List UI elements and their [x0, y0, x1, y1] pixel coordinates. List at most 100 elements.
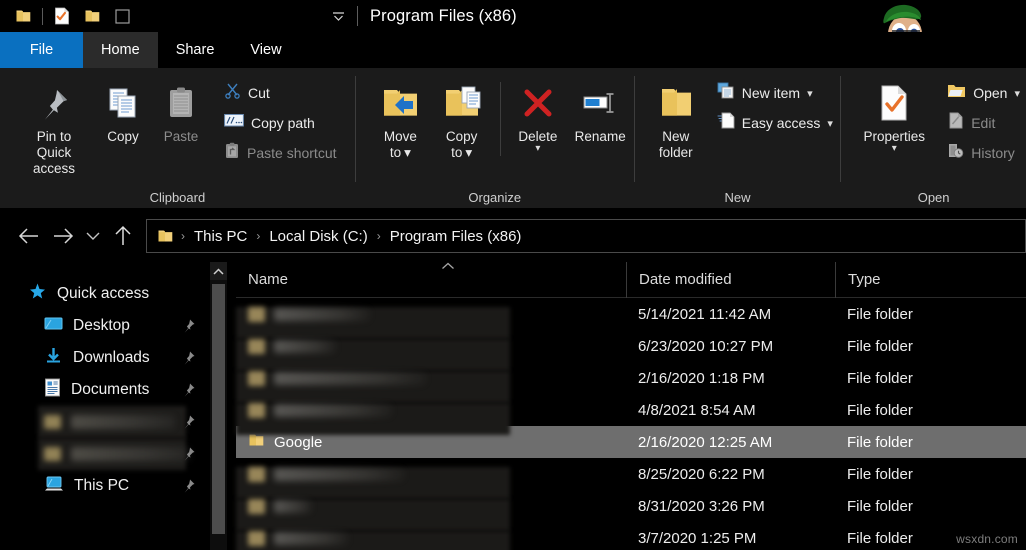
- rename-label: Rename: [575, 129, 626, 145]
- sidebar-label: Documents: [71, 381, 149, 399]
- folder-icon: [248, 403, 265, 418]
- file-type-cell: File folder: [835, 338, 1026, 355]
- paste-button[interactable]: Paste: [152, 76, 210, 145]
- copy-to-button[interactable]: Copy to▾: [431, 76, 492, 161]
- delete-button[interactable]: Delete ▾: [509, 76, 566, 153]
- sidebar-label-redacted: [71, 415, 175, 429]
- history-button[interactable]: History: [941, 140, 1026, 166]
- file-name-redacted: [274, 340, 336, 353]
- edit-icon: [947, 112, 964, 134]
- breadcrumb-this-pc[interactable]: This PC: [190, 228, 251, 245]
- new-item-button[interactable]: New item ▾: [711, 80, 839, 106]
- move-to-icon: [380, 80, 420, 126]
- tab-file[interactable]: File: [0, 32, 83, 68]
- easy-access-button[interactable]: Easy access ▾: [711, 110, 839, 136]
- column-header-type[interactable]: Type: [835, 262, 1026, 298]
- ribbon: Pin to Quick access Copy Paste: [0, 68, 1026, 208]
- navigation-scrollbar[interactable]: [210, 262, 227, 550]
- sidebar-item-quick-access[interactable]: Quick access: [0, 278, 206, 310]
- ribbon-group-clipboard-title: Clipboard: [0, 186, 355, 208]
- delete-chevron-down-icon[interactable]: ▾: [535, 145, 540, 153]
- pin-icon[interactable]: [181, 478, 196, 498]
- file-date-cell: 5/14/2021 11:42 AM: [626, 306, 835, 323]
- file-name-cell: [236, 403, 626, 418]
- breadcrumb[interactable]: › This PC › Local Disk (C:) › Program Fi…: [146, 219, 1026, 253]
- column-headers: Name Date modified Type: [236, 262, 1026, 298]
- recent-locations-button[interactable]: [80, 219, 106, 253]
- chevron-down-icon[interactable]: ▾: [827, 117, 833, 130]
- star-icon: [28, 282, 47, 306]
- file-date-cell: 6/23/2020 10:27 PM: [626, 338, 835, 355]
- ribbon-group-organize-title: Organize: [356, 186, 634, 208]
- forward-button[interactable]: [46, 219, 80, 253]
- pin-icon[interactable]: [181, 382, 196, 402]
- properties-chevron-down-icon[interactable]: ▾: [892, 145, 897, 153]
- sidebar-label: This PC: [74, 477, 129, 495]
- file-list-pane: Name Date modified Type 5/14/2021 11:42: [236, 262, 1026, 550]
- qat-new-folder-icon[interactable]: [77, 3, 107, 29]
- table-row[interactable]: 8/25/2020 6:22 PM File folder: [236, 458, 1026, 490]
- breadcrumb-local-disk[interactable]: Local Disk (C:): [265, 228, 371, 245]
- rename-button[interactable]: Rename: [567, 76, 634, 145]
- pin-icon[interactable]: [181, 318, 196, 338]
- pin-to-quick-access-button[interactable]: Pin to Quick access: [14, 76, 94, 177]
- sidebar-label: Downloads: [73, 349, 150, 367]
- open-button[interactable]: Open ▾: [941, 80, 1026, 106]
- move-to-button[interactable]: Move to▾: [370, 76, 431, 161]
- cut-icon: [224, 82, 241, 104]
- file-date-cell: 8/25/2020 6:22 PM: [626, 466, 835, 483]
- breadcrumb-program-files[interactable]: Program Files (x86): [386, 228, 526, 245]
- qat-square-icon[interactable]: [107, 3, 137, 29]
- sidebar-item-this-pc[interactable]: This PC: [0, 470, 206, 502]
- sidebar-item-redacted-1[interactable]: [0, 406, 206, 438]
- navigation-pane: Quick access Desktop Downloads: [0, 262, 206, 550]
- qat-properties-icon[interactable]: [47, 3, 77, 29]
- edit-label: Edit: [971, 115, 995, 131]
- qat-folder-icon[interactable]: [8, 3, 38, 29]
- file-date-cell: 2/16/2020 1:18 PM: [626, 370, 835, 387]
- copy-button[interactable]: Copy: [94, 76, 152, 145]
- new-folder-label: New folder: [659, 129, 693, 161]
- address-bar: › This PC › Local Disk (C:) › Program Fi…: [0, 210, 1026, 262]
- folder-icon: [248, 467, 265, 482]
- tab-share[interactable]: Share: [158, 32, 233, 68]
- qat-customize-dropdown[interactable]: [325, 3, 351, 29]
- folder-icon: [248, 339, 265, 354]
- cut-button[interactable]: Cut: [218, 80, 343, 106]
- up-button[interactable]: [106, 219, 140, 253]
- organize-inner-divider: [500, 82, 501, 156]
- sidebar-item-documents[interactable]: Documents: [0, 374, 206, 406]
- scrollbar-thumb[interactable]: [212, 284, 225, 534]
- sidebar-item-redacted-2[interactable]: [0, 438, 206, 470]
- column-header-date-modified[interactable]: Date modified: [626, 262, 835, 298]
- file-explorer-window: Program Files (x86) File Home Share View: [0, 0, 1026, 550]
- sidebar-item-downloads[interactable]: Downloads: [0, 342, 206, 374]
- chevron-down-icon[interactable]: ▾: [1014, 87, 1020, 100]
- new-small-commands: New item ▾ Easy access ▾: [711, 76, 839, 136]
- sort-chevron-up-icon: [441, 259, 455, 273]
- new-item-label: New item: [742, 85, 800, 101]
- file-name-redacted: [274, 404, 392, 417]
- column-header-name-label: Name: [236, 271, 288, 288]
- ribbon-group-open-title: Open: [841, 186, 1026, 208]
- properties-button[interactable]: Properties ▾: [851, 76, 937, 153]
- ribbon-group-organize: Move to▾ Copy to▾ Delete ▾: [356, 68, 634, 208]
- edit-button[interactable]: Edit: [941, 110, 1026, 136]
- column-header-name[interactable]: Name: [236, 262, 626, 298]
- easy-access-icon: [717, 112, 735, 134]
- tab-view[interactable]: View: [232, 32, 299, 68]
- back-button[interactable]: [12, 219, 46, 253]
- pin-icon[interactable]: [181, 414, 196, 434]
- ribbon-group-new: New folder New item ▾ Easy acce: [635, 68, 841, 208]
- quick-access-toolbar: Program Files (x86): [0, 3, 517, 29]
- pin-icon[interactable]: [181, 350, 196, 370]
- table-row[interactable]: 5/14/2021 11:42 AM File folder: [236, 298, 1026, 330]
- sidebar-item-desktop[interactable]: Desktop: [0, 310, 206, 342]
- new-folder-button[interactable]: New folder: [645, 76, 707, 161]
- paste-shortcut-button[interactable]: Paste shortcut: [218, 140, 343, 166]
- scroll-up-button[interactable]: [210, 262, 227, 280]
- open-icon: [947, 83, 966, 104]
- tab-home[interactable]: Home: [83, 32, 158, 68]
- copy-path-button[interactable]: Copy path: [218, 110, 343, 136]
- chevron-down-icon[interactable]: ▾: [807, 87, 813, 100]
